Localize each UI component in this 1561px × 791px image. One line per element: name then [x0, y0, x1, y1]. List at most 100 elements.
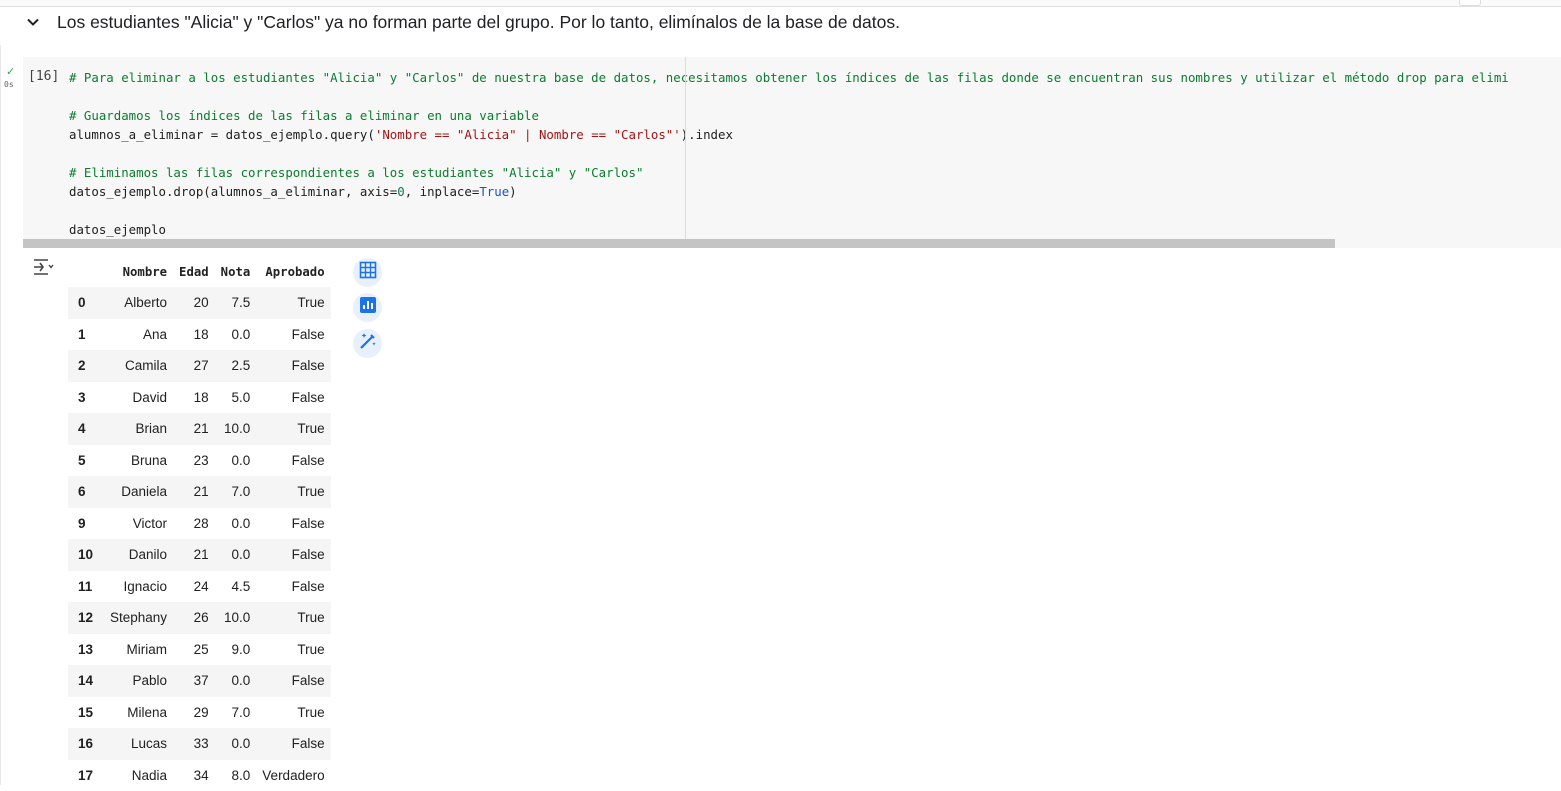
code-line: datos_ejemplo — [69, 220, 1509, 239]
table-row: 17Nadia348.0Verdadero — [68, 760, 331, 791]
column-header: Edad — [173, 256, 215, 287]
table-cell: False — [256, 382, 330, 414]
table-cell: 7.0 — [215, 476, 257, 508]
code-line — [69, 87, 1509, 106]
table-cell: 18 — [173, 319, 215, 351]
row-index: 4 — [68, 413, 104, 445]
table-cell: 21 — [173, 413, 215, 445]
column-header: Nota — [215, 256, 257, 287]
table-cell: 29 — [173, 697, 215, 729]
table-cell: 0.0 — [215, 319, 257, 351]
code-token: ) — [509, 184, 516, 199]
code-line: # Guardamos los índices de las filas a e… — [69, 106, 1509, 125]
row-index: 12 — [68, 602, 104, 634]
table-cell: Camila — [104, 350, 173, 382]
row-index: 17 — [68, 760, 104, 791]
run-time: 0s — [4, 80, 14, 89]
table-cell: True — [256, 476, 330, 508]
output-actions-icon[interactable] — [32, 257, 54, 277]
table-row: 3David185.0False — [68, 382, 331, 414]
table-cell: Verdadero — [256, 760, 330, 791]
code-token: ).index — [681, 127, 733, 142]
table-cell: 34 — [173, 760, 215, 791]
code-editor[interactable]: # Para eliminar a los estudiantes "Alici… — [69, 68, 1509, 239]
table-cell: True — [256, 287, 330, 319]
row-index: 5 — [68, 445, 104, 477]
magic-wand-icon — [358, 331, 378, 356]
table-cell: False — [256, 319, 330, 351]
table-cell: Stephany — [104, 602, 173, 634]
cell-run-status: ✓ 0s — [4, 65, 20, 93]
table-cell: 25 — [173, 634, 215, 666]
code-token: , inplace= — [405, 184, 480, 199]
table-row: 13Miriam259.0True — [68, 634, 331, 666]
table-cell: 23 — [173, 445, 215, 477]
row-index: 1 — [68, 319, 104, 351]
table-cell: 26 — [173, 602, 215, 634]
cell-gutter-line — [0, 45, 1, 785]
horizontal-scrollbar[interactable] — [23, 239, 1335, 248]
table-cell: Alberto — [104, 287, 173, 319]
table-cell: 0.0 — [215, 665, 257, 697]
table-cell: 21 — [173, 539, 215, 571]
row-index: 3 — [68, 382, 104, 414]
row-index: 9 — [68, 508, 104, 540]
table-cell: 4.5 — [215, 571, 257, 603]
table-cell: True — [256, 413, 330, 445]
table-cell: Daniela — [104, 476, 173, 508]
column-header: Nombre — [104, 256, 173, 287]
generate-code-button[interactable] — [353, 329, 382, 358]
code-token: # Guardamos los índices de las filas a e… — [69, 108, 539, 123]
row-index: 11 — [68, 571, 104, 603]
table-cell: 5.0 — [215, 382, 257, 414]
table-cell: 0.0 — [215, 508, 257, 540]
code-line — [69, 144, 1509, 163]
code-line: # Para eliminar a los estudiantes "Alici… — [69, 68, 1509, 87]
table-row: 0Alberto207.5True — [68, 287, 331, 319]
table-cell: Pablo — [104, 665, 173, 697]
row-index: 0 — [68, 287, 104, 319]
table-row: 4Brian2110.0True — [68, 413, 331, 445]
table-cell: False — [256, 350, 330, 382]
row-index: 15 — [68, 697, 104, 729]
table-cell: Danilo — [104, 539, 173, 571]
table-cell: 8.0 — [215, 760, 257, 791]
table-cell: Lucas — [104, 728, 173, 760]
table-row: 16Lucas330.0False — [68, 728, 331, 760]
table-cell: False — [256, 539, 330, 571]
code-line: datos_ejemplo.drop(alumnos_a_eliminar, a… — [69, 182, 1509, 201]
check-icon: ✓ — [6, 65, 15, 78]
code-token: datos_ejemplo.drop(alumnos_a_eliminar, a… — [69, 184, 397, 199]
table-cell: 7.0 — [215, 697, 257, 729]
table-cell: Brian — [104, 413, 173, 445]
chevron-down-icon[interactable] — [22, 11, 44, 33]
execution-count[interactable]: [16] — [28, 69, 59, 84]
table-body: 0Alberto207.5True1Ana180.0False2Camila27… — [68, 287, 331, 791]
table-cell: Bruna — [104, 445, 173, 477]
toolbar-button-edge[interactable] — [1459, 0, 1481, 6]
table-cell: True — [256, 634, 330, 666]
table-cell: 7.5 — [215, 287, 257, 319]
table-header-row: NombreEdadNotaAprobado — [68, 256, 331, 287]
table-view-button[interactable] — [353, 258, 382, 287]
code-token: # Para eliminar a los estudiantes "Alici… — [69, 70, 1509, 85]
editor-ruler — [685, 57, 686, 248]
table-cell: Nadia — [104, 760, 173, 791]
section-header[interactable]: Los estudiantes "Alicia" y "Carlos" ya n… — [22, 8, 900, 36]
table-cell: 21 — [173, 476, 215, 508]
row-index: 2 — [68, 350, 104, 382]
table-cell: 2.5 — [215, 350, 257, 382]
table-row: 6Daniela217.0True — [68, 476, 331, 508]
code-line: alumnos_a_eliminar = datos_ejemplo.query… — [69, 125, 1509, 144]
chart-icon — [359, 296, 377, 319]
table-cell: 20 — [173, 287, 215, 319]
code-token: True — [479, 184, 509, 199]
table-cell: 18 — [173, 382, 215, 414]
code-token: datos_ejemplo — [69, 222, 166, 237]
code-cell[interactable]: [16] # Para eliminar a los estudiantes "… — [23, 57, 1561, 248]
table-cell: False — [256, 508, 330, 540]
table-cell: True — [256, 697, 330, 729]
row-index: 13 — [68, 634, 104, 666]
suggest-chart-button[interactable] — [353, 293, 382, 322]
table-cell: 0.0 — [215, 445, 257, 477]
